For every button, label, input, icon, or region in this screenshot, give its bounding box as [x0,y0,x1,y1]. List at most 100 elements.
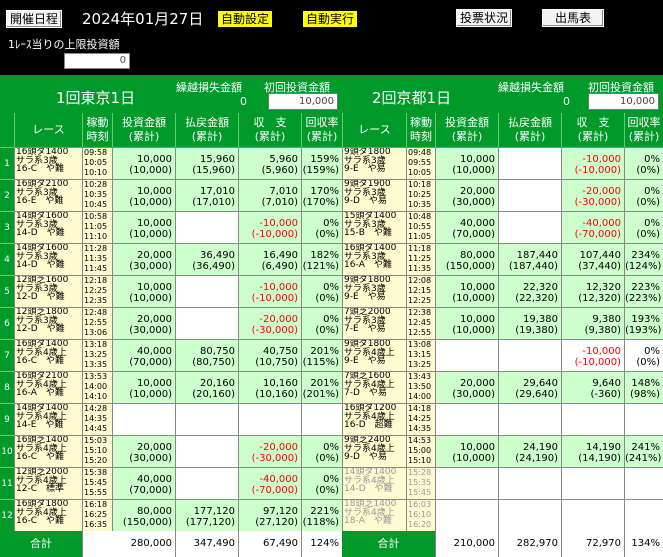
right-cell-inv: 80,000 (150,000) [435,243,498,275]
right-cell-race[interactable]: 16頭ダ1400 サラ系3歳 16-A や難 [342,243,406,275]
left-cell-race[interactable]: 16頭ダ1400 サラ系3歳 16-C や難 [14,147,82,179]
left-cell-bal: 10,160 (10,160) [238,371,301,403]
runners-table-button[interactable]: 出馬表 [542,9,605,27]
right-cell-race[interactable]: 16頭ダ1200 サラ系4歳上 16-D 超難 [342,403,406,435]
right-cell-race[interactable]: 15頭ダ1400 サラ系3歳 15-B や難 [342,211,406,243]
left-cell-rat: 0% (0%) [301,467,342,499]
right-cell-race[interactable]: 14頭ダ1400 サラ系4歳上 14-D や難 [342,467,406,499]
toolbar: 開催日程 2024年01月27日 自動設定 自動実行 投票状況 出馬表 1ﾚｰｽ… [0,0,663,75]
left-cell-pay [175,467,238,499]
right-cell-pay [498,467,561,499]
left-col-invest: 投資金額 (累計) [112,113,175,147]
right-cell-pay [498,403,561,435]
left-cell-pay [175,403,238,435]
left-cell-inv: 80,000 (150,000) [112,499,175,531]
limit-label: 1ﾚｰｽ当りの上限投資額 [8,38,120,51]
right-cell-race[interactable]: 9頭芝2400 サラ系4歳上 9-D や易 [342,435,406,467]
right-cell-inv [435,339,498,371]
left-col-race: レース [14,113,82,147]
right-cell-bal: 14,190 (14,190) [561,435,624,467]
right-cell-bal: 12,320 (12,320) [561,275,624,307]
row-number: 1 [0,147,14,179]
left-cell-rat: 0% (0%) [301,307,342,339]
left-cell-race[interactable]: 12頭芝1600 サラ系3歳 12-D や難 [14,275,82,307]
auto-setting-button[interactable]: 自動設定 [218,11,273,27]
right-cell-race[interactable]: 9頭ダ1800 サラ系3歳 9-E や易 [342,275,406,307]
right-cell-inv: 10,000 (10,000) [435,307,498,339]
left-cell-race[interactable]: 16頭芝1400 サラ系4歳上 16-C や難 [14,435,82,467]
right-cell-rat: 241% (241%) [624,435,663,467]
right-cell-pay [498,179,561,211]
left-venue-name: 1回東京1日 [56,89,136,107]
left-cell-time: 13:53 14:00 14:10 [82,371,112,403]
row-number: 8 [0,371,14,403]
left-cell-bal: 7,010 (7,010) [238,179,301,211]
right-cell-time: 12:08 12:15 12:25 [406,275,435,307]
right-cell-bal: -20,000 (-30,000) [561,179,624,211]
left-cell-race[interactable]: 12頭芝2000 サラ系4歳上 12-C 標準 [14,467,82,499]
right-cell-inv [435,499,498,531]
limit-input[interactable]: 0 [64,53,130,69]
left-cell-race[interactable]: 16頭ダ1400 サラ系4歳上 16-C や難 [14,339,82,371]
left-cell-race[interactable]: 14頭ダ1400 サラ系4歳上 14-E や難 [14,403,82,435]
left-cell-inv: 20,000 (30,000) [112,435,175,467]
right-cell-race[interactable]: 9頭ダ1900 サラ系3歳 9-D や易 [342,179,406,211]
left-cell-race[interactable]: 12頭芝1800 サラ系3歳 12-D や難 [14,307,82,339]
left-cell-race[interactable]: 16頭ダ2100 サラ系3歳 16-E や難 [14,179,82,211]
left-cell-bal [238,403,301,435]
left-cell-pay: 15,960 (15,960) [175,147,238,179]
right-cell-pay [498,211,561,243]
left-cell-rat: 182% (121%) [301,243,342,275]
right-cell-time: 13:08 13:15 13:25 [406,339,435,371]
row-number: 7 [0,339,14,371]
row-number: 4 [0,243,14,275]
left-cell-race[interactable]: 16頭ダ1800 サラ系4歳上 16-C や難 [14,499,82,531]
left-total-ratio: 124% [301,531,342,557]
right-cell-time: 10:48 10:55 11:05 [406,211,435,243]
left-cell-rat [301,403,342,435]
left-cell-pay [175,211,238,243]
right-carry-label: 繰越損失金額 [498,81,564,94]
right-cell-race[interactable]: 9頭ダ1800 サラ系3歳 9-E や易 [342,147,406,179]
auto-run-button[interactable]: 自動実行 [303,11,358,27]
right-col-payout: 払戻金額 (累計) [498,113,561,147]
left-cell-inv: 10,000 (10,000) [112,179,175,211]
left-cell-bal: -20,000 (-30,000) [238,307,301,339]
right-first-invest-input[interactable]: 10,000 [588,93,659,110]
right-cell-inv: 40,000 (70,000) [435,211,498,243]
right-cell-bal: -10,000 (-10,000) [561,339,624,371]
right-cell-rat: 148% (98%) [624,371,663,403]
left-cell-inv: 10,000 (10,000) [112,275,175,307]
right-cell-race[interactable]: 7頭芝1600 サラ系4歳上 7-D や易 [342,371,406,403]
left-cell-inv: 40,000 (70,000) [112,467,175,499]
left-first-invest-input[interactable]: 10,000 [268,93,338,110]
row-number: 6 [0,307,14,339]
left-cell-race[interactable]: 16頭ダ2100 サラ系4歳上 16-A や難 [14,371,82,403]
left-cell-race[interactable]: 14頭ダ1600 サラ系3歳 14-D や難 [14,243,82,275]
right-cell-rat: 193% (193%) [624,307,663,339]
right-cell-race[interactable]: 9頭ダ1800 サラ系4歳上 9-E や易 [342,339,406,371]
left-cell-inv: 20,000 (30,000) [112,307,175,339]
race-grid: 1回東京1日 繰越損失金額 0 初回投資金額 10,000 2回京都1日 繰越損… [0,75,663,557]
left-col-time: 稼動 時刻 [82,113,112,147]
right-total-payout: 282,970 [498,531,561,557]
right-cell-time: 14:18 14:25 14:35 [406,403,435,435]
right-cell-inv: 20,000 (30,000) [435,179,498,211]
left-cell-bal: -40,000 (-70,000) [238,467,301,499]
left-cell-pay [175,307,238,339]
vote-status-button[interactable]: 投票状況 [456,9,513,27]
right-cell-time: 14:53 15:00 15:10 [406,435,435,467]
left-cell-pay: 80,750 (80,750) [175,339,238,371]
right-cell-race[interactable]: 18頭芝1400 サラ系4歳上 18-A や難 [342,499,406,531]
right-cell-time: 12:38 12:45 12:55 [406,307,435,339]
left-cell-race[interactable]: 14頭ダ1600 サラ系3歳 14-D や難 [14,211,82,243]
schedule-button[interactable]: 開催日程 [6,10,63,28]
left-cell-rat: 0% (0%) [301,275,342,307]
right-cell-race[interactable]: 7頭芝2000 サラ系3歳 7-E や易 [342,307,406,339]
left-cell-rat: 159% (159%) [301,147,342,179]
left-cell-time: 13:18 13:25 13:35 [82,339,112,371]
left-total-payout: 347,490 [175,531,238,557]
left-cell-time: 15:03 15:10 15:20 [82,435,112,467]
left-cell-inv: 10,000 (10,000) [112,371,175,403]
left-cell-rat: 0% (0%) [301,211,342,243]
